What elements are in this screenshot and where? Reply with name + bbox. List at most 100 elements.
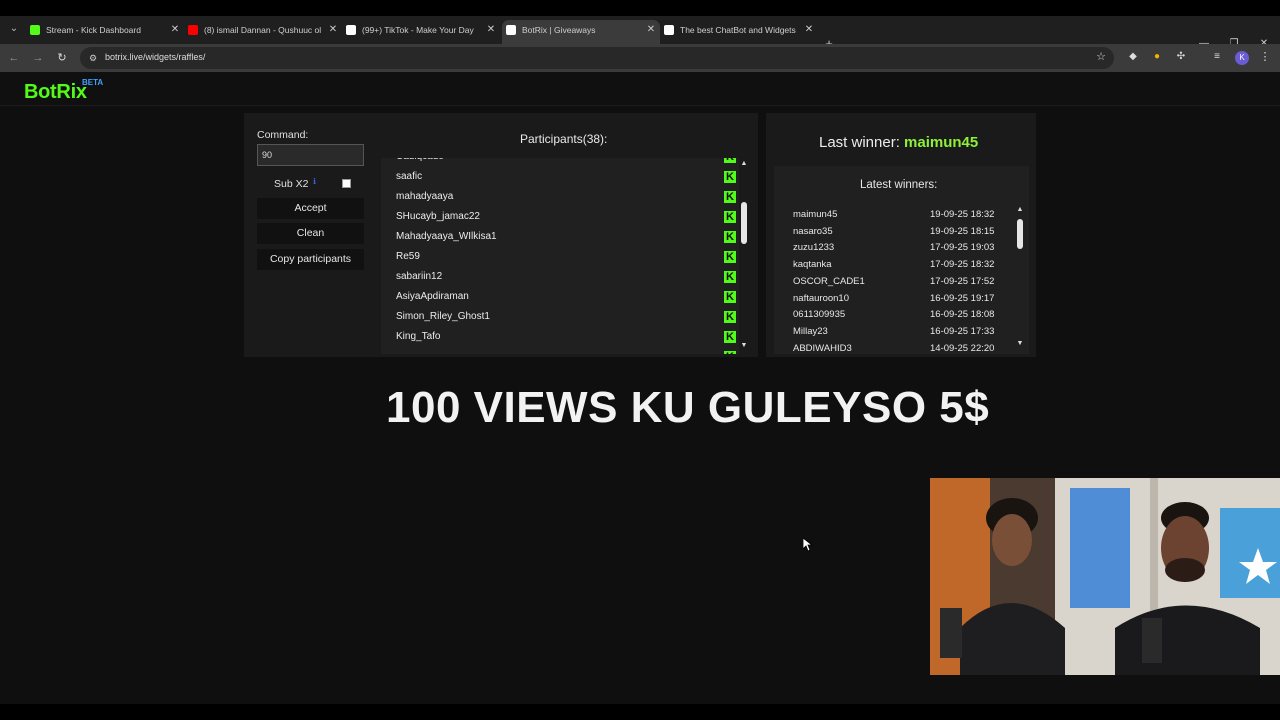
winner-name: ABDIWAHID3 (793, 342, 852, 354)
tiktok-icon (346, 25, 356, 35)
winner-date: 14-09-25 22:20 (930, 342, 995, 354)
screen-bottom-edge (0, 704, 1280, 720)
winner-row: ABDIWAHID3 14-09-25 22:20 (793, 340, 1003, 354)
botrix-icon (506, 25, 516, 35)
winner-name: Millay23 (793, 325, 828, 337)
tab-close-icon[interactable]: ✕ (328, 20, 338, 40)
media-control-icon[interactable]: ≡ (1210, 50, 1224, 64)
tab-title: BotRix | Giveaways (522, 25, 596, 35)
profile-avatar[interactable]: K (1235, 51, 1249, 65)
winner-name: nasaro35 (793, 225, 833, 237)
info-icon[interactable]: ℹ (313, 177, 316, 186)
site-info-icon[interactable]: ⚙ (86, 51, 100, 65)
bookmark-star-icon[interactable]: ☆ (1096, 50, 1106, 63)
kick-icon: K (724, 211, 736, 223)
kick-icon: K (724, 191, 736, 203)
clean-button[interactable]: Clean (257, 223, 364, 244)
kick-icon: K (724, 231, 736, 243)
browser-tab[interactable]: (8) ismail Dannan - Qushuuc ol ✕ (184, 20, 342, 44)
participant-row: King_Tafo K (396, 327, 736, 347)
youtube-icon (188, 25, 198, 35)
winner-row: zuzu1233 17-09-25 19:03 (793, 239, 1003, 256)
beta-badge: BETA (82, 78, 104, 87)
back-icon[interactable]: ← (6, 50, 22, 66)
winners-scrollbar[interactable]: ▲ ▼ (1015, 206, 1025, 352)
last-winner-label: Last winner: (819, 134, 900, 151)
botrix-logo[interactable]: BotRix (24, 81, 87, 104)
reload-icon[interactable]: ↻ (54, 50, 70, 66)
winner-date: 16-09-25 17:33 (930, 325, 995, 337)
command-label: Command: (257, 129, 309, 141)
scroll-thumb[interactable] (741, 202, 747, 244)
scroll-down-icon[interactable]: ▼ (739, 342, 749, 349)
winner-name: 0611309935 (793, 309, 846, 321)
participant-row: Cadiqcade K (396, 158, 736, 167)
browser-tab[interactable]: (99+) TikTok - Make Your Day ✕ (342, 20, 500, 44)
tab-close-icon[interactable]: ✕ (804, 20, 814, 40)
botrix-icon (664, 25, 674, 35)
tab-close-icon[interactable]: ✕ (486, 20, 496, 40)
latest-winners-box[interactable]: Latest winners: maimun45 19-09-25 18:32 na… (774, 166, 1029, 354)
participant-name: AsiyaApdiraman (396, 291, 469, 302)
scroll-up-icon[interactable]: ▲ (739, 160, 749, 167)
kick-icon: K (724, 311, 736, 323)
extensions-puzzle-icon[interactable]: ✣ (1174, 50, 1188, 64)
winner-row: 0611309935 16-09-25 18:08 (793, 306, 1003, 323)
scroll-up-icon[interactable]: ▲ (1015, 206, 1025, 213)
winner-row: kaqtanka 17-09-25 18:32 (793, 256, 1003, 273)
omnibox[interactable]: ⚙ botrix.live/widgets/raffles/ ☆ (80, 47, 1114, 69)
participant-row: K (396, 347, 736, 354)
winner-date: 17-09-25 18:32 (930, 259, 995, 271)
tab-title: Stream - Kick Dashboard (46, 25, 141, 35)
botrix-extension-icon[interactable]: ◆ (1126, 50, 1140, 64)
tab-close-icon[interactable]: ✕ (646, 20, 656, 40)
winner-row: nasaro35 19-09-25 18:15 (793, 223, 1003, 240)
participant-name: sabariin12 (396, 271, 443, 282)
address-bar-row: ← → ↻ ⚙ botrix.live/widgets/raffles/ ☆ ◆… (0, 44, 1280, 72)
winner-date: 16-09-25 19:17 (930, 292, 995, 304)
raffle-panel: Command: Sub X2 ℹ Accept Clean Copy part… (244, 113, 758, 357)
participant-row: AsiyaApdiraman K (396, 287, 736, 307)
url-text[interactable]: botrix.live/widgets/raffles/ (105, 52, 205, 62)
command-input[interactable] (257, 144, 364, 166)
kick-icon: K (724, 251, 736, 263)
participant-row: Mahadyaaya_WIlkisa1 K (396, 227, 736, 247)
kick-icon: K (724, 271, 736, 283)
kick-icon: K (724, 171, 736, 183)
browser-tab[interactable]: Stream - Kick Dashboard ✕ (26, 20, 184, 44)
participant-name: saafic (396, 171, 423, 182)
participant-name: SHucayb_jamac22 (396, 211, 480, 222)
participant-name: Re59 (396, 251, 420, 262)
winner-row: Millay23 16-09-25 17:33 (793, 323, 1003, 340)
scroll-down-icon[interactable]: ▼ (1015, 340, 1025, 347)
promo-banner: 100 VIEWS KU GULEYSO 5$ (386, 383, 990, 432)
kick-icon: K (724, 351, 736, 354)
participant-name: King_Tafo (396, 331, 441, 342)
participant-name: Cadiqcade (396, 158, 444, 162)
tab-search-icon[interactable]: ⌄ (6, 21, 22, 37)
coin-extension-icon[interactable]: ● (1150, 50, 1164, 64)
winner-name: naftauroon10 (793, 292, 849, 304)
participant-row: saafic K (396, 167, 736, 187)
copy-participants-button[interactable]: Copy participants (257, 249, 364, 270)
browser-tab[interactable]: BotRix | Giveaways ✕ (502, 20, 660, 44)
mouse-cursor-icon (803, 538, 813, 552)
accept-button[interactable]: Accept (257, 198, 364, 219)
winner-name: zuzu1233 (793, 242, 835, 254)
forward-icon[interactable]: → (30, 50, 46, 66)
winner-date: 17-09-25 17:52 (930, 275, 995, 287)
browser-tab[interactable]: The best ChatBot and Widgets ✕ (660, 20, 818, 44)
tab-close-icon[interactable]: ✕ (170, 20, 180, 40)
participant-name: Mahadyaaya_WIlkisa1 (396, 231, 497, 242)
sub-x2-checkbox[interactable] (342, 179, 351, 188)
browser-menu-icon[interactable]: ⋮ (1259, 50, 1271, 63)
winner-name: OSCOR_CADE1 (793, 275, 865, 287)
participants-list[interactable]: Cadiqcade Ksaafic Kmahadyaaya K SHucayb_jama… (381, 158, 739, 354)
winner-row: OSCOR_CADE1 17-09-25 17:52 (793, 273, 1003, 290)
participant-row: Re59 K (396, 247, 736, 267)
kick-icon: K (724, 158, 736, 163)
scroll-thumb[interactable] (1017, 219, 1023, 249)
tab-strip: ⌄ Stream - Kick Dashboard ✕ (8) ismail Dan… (0, 16, 1280, 51)
participant-name: mahadyaaya (396, 191, 454, 202)
participants-scrollbar[interactable]: ▲ ▼ (739, 158, 749, 354)
